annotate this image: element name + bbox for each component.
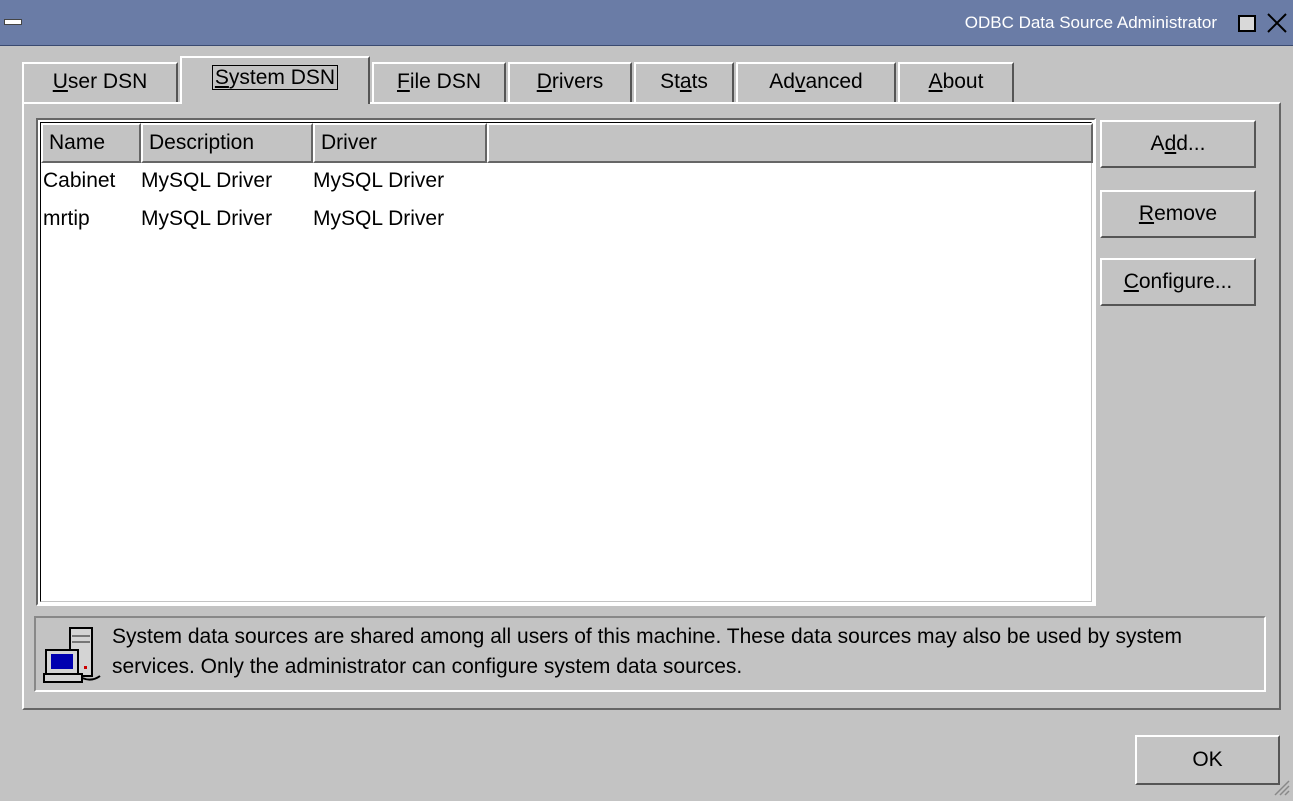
tab-label: Stats [660, 70, 708, 93]
tab-label: System DSN [211, 65, 339, 90]
tab-stats[interactable]: Stats [634, 62, 734, 102]
cell-driver: MySQL Driver [313, 207, 445, 230]
window-title: ODBC Data Source Administrator [964, 13, 1217, 32]
remove-button[interactable]: Remove [1100, 190, 1256, 238]
tab-about[interactable]: About [898, 62, 1014, 102]
tab-label: About [928, 70, 984, 93]
maximize-icon[interactable] [1238, 15, 1256, 32]
tab-label: Advanced [769, 70, 863, 93]
tab-file-dsn[interactable]: File DSN [372, 62, 506, 102]
column-header-filler [487, 123, 1093, 163]
tab-label: User DSN [52, 70, 148, 93]
cell-name: Cabinet [43, 169, 116, 192]
add-button[interactable]: Add... [1100, 120, 1256, 168]
cell-description: MySQL Driver [141, 169, 273, 192]
column-header-description[interactable]: Description [141, 123, 313, 163]
info-text: System data sources are shared among all… [112, 625, 1182, 678]
button-label: Remove [1138, 202, 1218, 225]
button-label: Add... [1150, 132, 1206, 155]
close-icon[interactable] [1266, 12, 1288, 34]
tab-advanced[interactable]: Advanced [736, 62, 896, 102]
table-row[interactable]: Cabinet MySQL Driver MySQL Driver [41, 165, 1093, 197]
ok-button[interactable]: OK [1135, 735, 1280, 785]
window-menu-icon[interactable] [4, 14, 22, 28]
button-label: Configure... [1123, 270, 1233, 293]
table-row[interactable]: mrtip MySQL Driver MySQL Driver [41, 203, 1093, 235]
data-source-list[interactable]: Name Description Driver Cabinet MySQL Dr… [36, 118, 1096, 606]
cell-name: mrtip [43, 207, 90, 230]
configure-button[interactable]: Configure... [1100, 258, 1256, 306]
computer-icon [42, 624, 104, 686]
button-label: OK [1192, 748, 1223, 771]
cell-description: MySQL Driver [141, 207, 273, 230]
title-bar[interactable]: ODBC Data Source Administrator [0, 0, 1293, 46]
tab-label: Drivers [536, 70, 604, 93]
tab-drivers[interactable]: Drivers [508, 62, 632, 102]
resize-grip-icon[interactable] [1270, 776, 1290, 796]
tab-user-dsn[interactable]: User DSN [22, 62, 178, 102]
tab-system-dsn[interactable]: System DSN [180, 56, 370, 104]
column-header-name[interactable]: Name [41, 123, 141, 163]
cell-driver: MySQL Driver [313, 169, 445, 192]
tab-label: File DSN [396, 70, 481, 93]
column-header-driver[interactable]: Driver [313, 123, 487, 163]
